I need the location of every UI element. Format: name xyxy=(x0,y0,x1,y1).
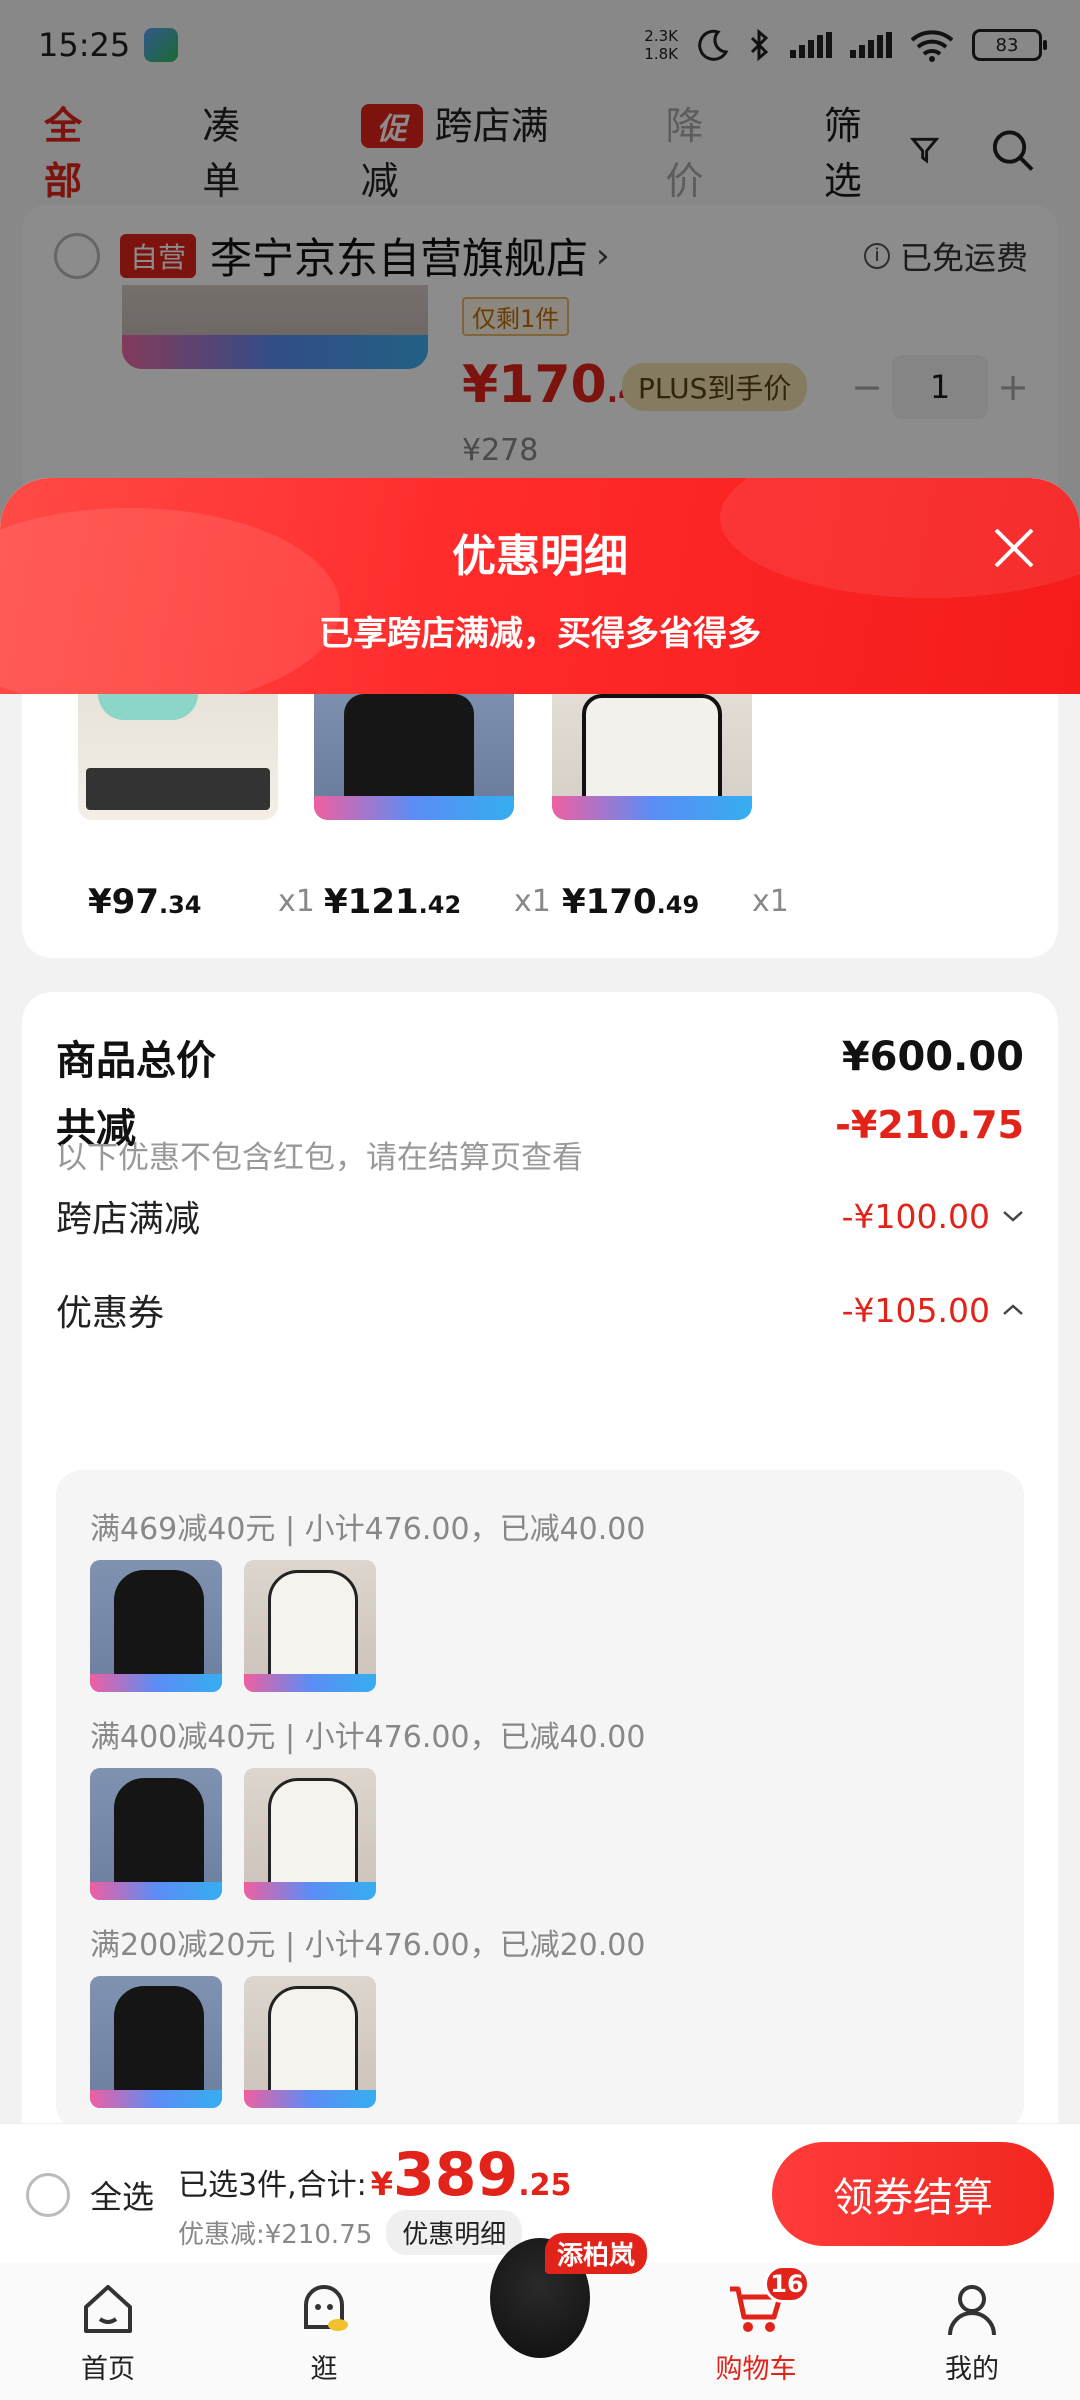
tab-cart-label: 购物车 xyxy=(715,2354,797,2385)
product-thumbnail[interactable] xyxy=(90,1560,222,1692)
discount-note: 以下优惠不包含红包，请在结算页查看 xyxy=(56,1140,583,1176)
promo-badge: 添柏岚 xyxy=(545,2233,648,2274)
total-price-row: 商品总价 ¥600.00 xyxy=(56,1028,1024,1086)
select-all-checkbox[interactable] xyxy=(26,2173,70,2217)
cross-store-row[interactable]: 跨店满减 -¥100.00 xyxy=(56,1190,1024,1242)
sheet-subtitle: 已享跨店满减，买得多省得多 xyxy=(319,614,761,654)
total-price-value: ¥600.00 xyxy=(841,1034,1024,1080)
discount-line: 优惠减:¥210.75 优惠明细 xyxy=(178,2210,523,2255)
tab-mine-label: 我的 xyxy=(945,2354,999,2385)
tab-mine[interactable]: 我的 xyxy=(864,2263,1080,2400)
coupon-rule: 满469减40元 | 小计476.00，已减40.00 xyxy=(90,1512,646,1547)
total-discount-value: -¥210.75 xyxy=(835,1103,1024,1147)
item-price: ¥121.42 xyxy=(324,882,462,922)
discount-detail-sheet: 优惠明细 已享跨店满减，买得多省得多 ¥97.34 x1 ¥121.42 x1 … xyxy=(0,478,1080,2123)
total-amount: 389 xyxy=(393,2140,519,2210)
tab-cart[interactable]: 购物车 xyxy=(648,2263,864,2400)
coupon-items xyxy=(90,1768,376,1900)
coupon-rule: 满200减20元 | 小计476.00，已减20.00 xyxy=(90,1928,646,1963)
total-line: 已选3件,合计: ¥ 389 .25 xyxy=(178,2140,572,2210)
bottom-tab-bar: 首页 逛 购物车 我的 添柏岚 16 xyxy=(0,2233,1080,2400)
product-thumbnail[interactable] xyxy=(244,1768,376,1900)
coupon-items xyxy=(90,1560,376,1692)
price-summary-card: 商品总价 ¥600.00 共减 -¥210.75 以下优惠不包含红包，请在结算页… xyxy=(22,992,1058,2123)
coupon-value: -¥105.00 xyxy=(841,1290,990,1330)
chevron-up-icon xyxy=(1003,1304,1023,1315)
product-thumbnail[interactable] xyxy=(90,1976,222,2108)
item-qty: x1 xyxy=(514,884,551,919)
checkout-button[interactable]: 领券结算 xyxy=(772,2142,1054,2246)
select-all-toggle[interactable]: 全选 xyxy=(26,2172,154,2218)
tab-home[interactable]: 首页 xyxy=(0,2263,216,2400)
close-icon[interactable] xyxy=(990,524,1038,572)
product-image xyxy=(552,694,752,820)
coupon-items xyxy=(90,1976,376,2108)
cross-store-value: -¥100.00 xyxy=(841,1196,990,1236)
sheet-header: 优惠明细 已享跨店满减，买得多省得多 xyxy=(0,478,1080,694)
coupon-rule: 满400减40元 | 小计476.00，已减40.00 xyxy=(90,1720,646,1755)
item-qty: x1 xyxy=(752,884,789,919)
product-thumbnail[interactable] xyxy=(244,1560,376,1692)
product-image xyxy=(78,694,278,820)
browse-mascot-icon xyxy=(304,2285,348,2331)
product-thumbnail[interactable] xyxy=(90,1768,222,1900)
item-qty: x1 xyxy=(278,884,315,919)
selected-count-text: 已选3件,合计: xyxy=(178,2168,367,2203)
discount-detail-button[interactable]: 优惠明细 xyxy=(386,2210,523,2255)
item-price: ¥170.49 xyxy=(562,882,700,922)
selected-items-card: ¥97.34 x1 ¥121.42 x1 ¥170.49 x1 xyxy=(22,694,1058,958)
coupon-row[interactable]: 优惠券 -¥105.00 xyxy=(56,1284,1024,1336)
chevron-down-icon xyxy=(1003,1211,1023,1222)
tab-browse[interactable]: 逛 xyxy=(216,2263,432,2400)
total-price-label: 商品总价 xyxy=(56,1038,216,1084)
product-thumbnail[interactable] xyxy=(244,1976,376,2108)
discount-amount: 优惠减:¥210.75 xyxy=(178,2220,373,2250)
home-icon xyxy=(84,2285,132,2333)
tab-home-label: 首页 xyxy=(81,2354,135,2385)
select-all-label: 全选 xyxy=(90,2178,155,2216)
product-image xyxy=(314,694,514,820)
tab-browse-label: 逛 xyxy=(310,2354,338,2385)
cart-count-badge: 16 xyxy=(764,2265,810,2303)
item-price: ¥97.34 xyxy=(88,882,202,922)
profile-icon xyxy=(948,2285,996,2336)
coupon-detail-box: 满469减40元 | 小计476.00，已减40.00 满400减40元 | 小… xyxy=(56,1470,1024,2123)
cross-store-label: 跨店满减 xyxy=(56,1199,201,1240)
coupon-label: 优惠券 xyxy=(56,1293,165,1334)
sheet-title: 优惠明细 xyxy=(452,531,628,582)
